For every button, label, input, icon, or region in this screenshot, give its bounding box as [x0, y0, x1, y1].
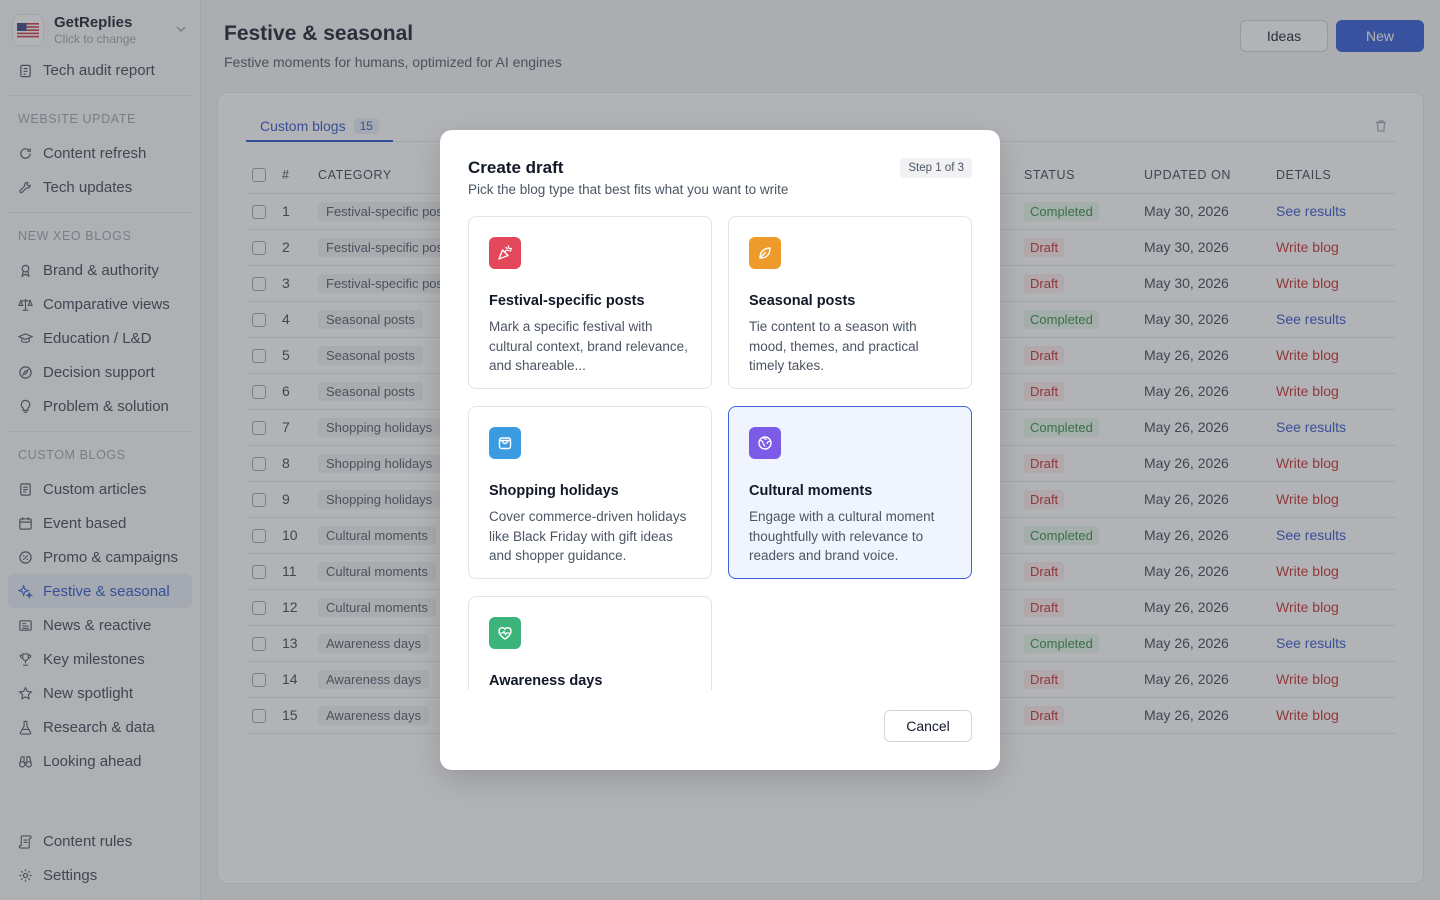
option-festival-specific-posts[interactable]: Festival-specific posts Mark a specific …: [468, 216, 712, 389]
dialog-subtitle: Pick the blog type that best fits what y…: [468, 182, 789, 197]
option-title: Awareness days: [489, 673, 603, 689]
leaf-icon: [749, 237, 781, 269]
step-indicator-badge: Step 1 of 3: [900, 158, 972, 178]
cancel-button[interactable]: Cancel: [884, 710, 972, 742]
option-shopping-holidays[interactable]: Shopping holidays Cover commerce-driven …: [468, 406, 712, 579]
party-popper-icon: [489, 237, 521, 269]
option-cultural-moments[interactable]: Cultural moments Engage with a cultural …: [728, 406, 972, 579]
option-title: Shopping holidays: [489, 483, 619, 499]
option-description: Engage with a cultural moment thoughtful…: [749, 509, 935, 563]
dialog-title: Create draft: [468, 158, 564, 177]
option-description: Cover commerce-driven holidays like Blac…: [489, 509, 687, 563]
option-title: Seasonal posts: [749, 293, 856, 309]
option-title: Cultural moments: [749, 483, 873, 499]
heart-pulse-icon: [489, 617, 521, 649]
create-draft-dialog: Create draft Pick the blog type that bes…: [440, 130, 1000, 770]
option-seasonal-posts[interactable]: Seasonal posts Tie content to a season w…: [728, 216, 972, 389]
option-description: Tie content to a season with mood, theme…: [749, 319, 919, 373]
globe-icon: [749, 427, 781, 459]
blog-type-options: Festival-specific posts Mark a specific …: [468, 216, 972, 690]
option-title: Festival-specific posts: [489, 293, 645, 309]
option-awareness-days[interactable]: Awareness days: [468, 596, 712, 690]
shopping-bag-icon: [489, 427, 521, 459]
option-description: Mark a specific festival with cultural c…: [489, 319, 688, 373]
